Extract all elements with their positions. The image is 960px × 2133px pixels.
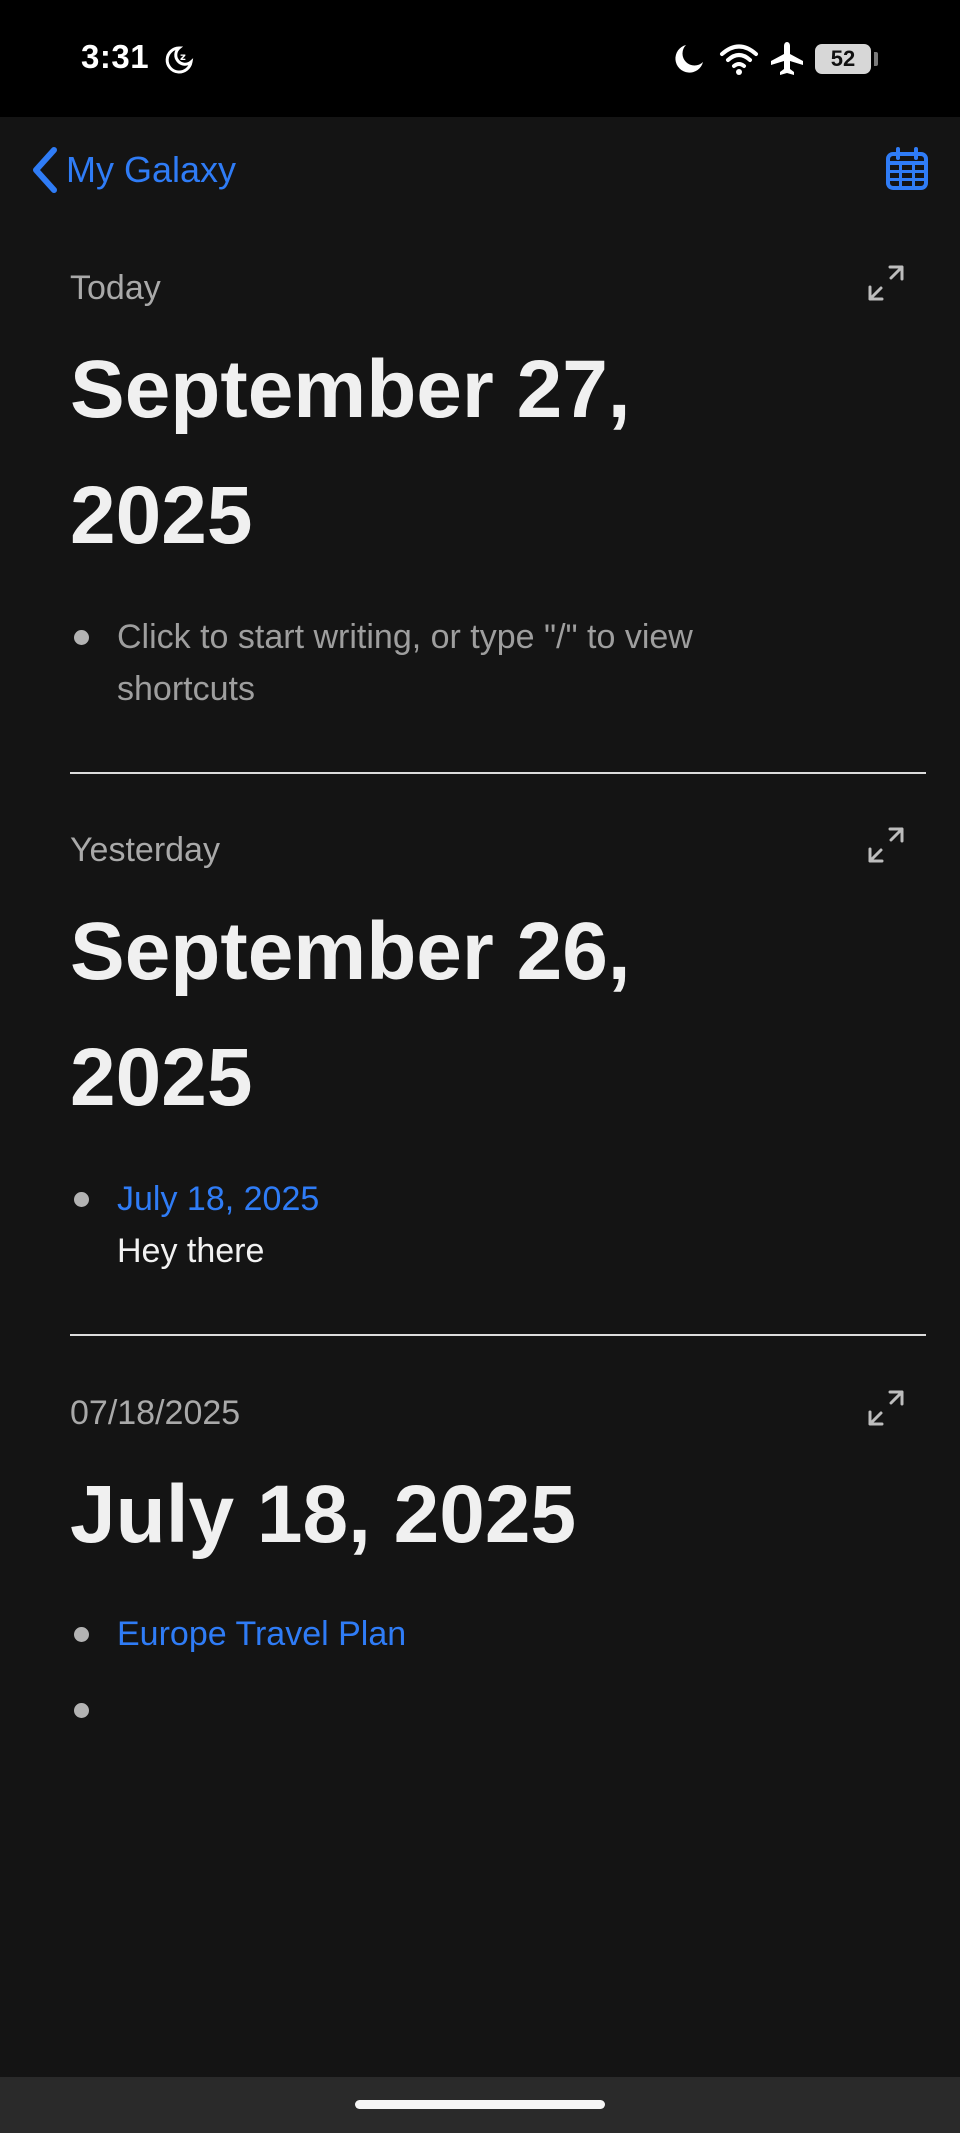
journal-entry-today: Today September 27, 2025 Click to start … [70,265,926,729]
entry-label: Today [70,269,161,307]
wifi-icon [720,44,758,75]
home-indicator[interactable] [355,2100,605,2109]
battery-icon: 52 [815,44,871,74]
moon-icon [675,45,703,73]
entry-text[interactable]: Hey there [117,1225,264,1277]
entry-divider [70,1334,926,1336]
battery-tip [874,52,878,66]
bullet-dot [74,1703,89,1718]
chevron-left-icon [33,147,57,193]
entry-title: July 18, 2025 [70,1469,577,1560]
entry-title: September 27, 2025 [70,344,631,561]
back-button[interactable]: My Galaxy [30,144,236,196]
expand-icon[interactable] [866,825,906,865]
expand-icon[interactable] [866,1388,906,1428]
status-time: 3:31 [81,38,150,75]
journal-entry-yesterday: Yesterday September 26, 2025 July 18, 20… [70,827,926,1291]
editor-placeholder[interactable]: Click to start writing, or type "/" to v… [117,611,817,715]
status-bar: 3:31 z 52 [0,0,960,117]
journal-screen: 3:31 z 52 My Galaxy Today September 27, … [0,0,960,2133]
entry-label: 07/18/2025 [70,1394,241,1432]
bullet-dot [74,1192,89,1207]
entry-divider [70,772,926,774]
calendar-icon[interactable] [884,146,930,192]
svg-text:z: z [180,52,186,63]
back-label: My Galaxy [66,149,237,190]
entry-link[interactable]: Europe Travel Plan [117,1608,406,1660]
entry-link[interactable]: July 18, 2025 [117,1173,319,1225]
airplane-icon [771,42,803,75]
entry-label: Yesterday [70,831,220,869]
bullet-dot [74,1627,89,1642]
journal-entry-july-18: 07/18/2025 July 18, 2025 Europe Travel P… [70,1390,926,1736]
bullet-dot [74,630,89,645]
bullet-item-empty[interactable] [70,1684,926,1736]
entry-title: September 26, 2025 [70,906,631,1123]
expand-icon[interactable] [866,263,906,303]
sleep-icon: z [165,46,194,74]
